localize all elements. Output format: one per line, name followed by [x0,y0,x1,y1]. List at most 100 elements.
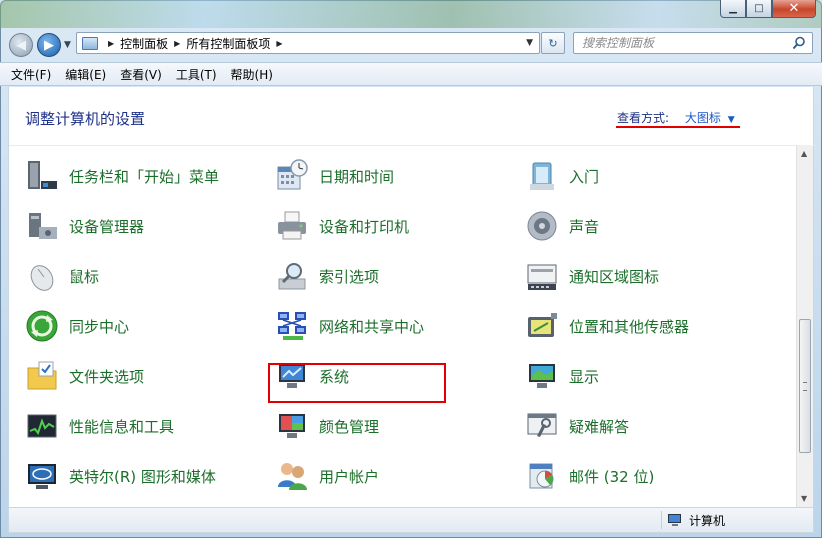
menu-file[interactable]: 文件(F) [11,66,51,83]
item-folder-options[interactable]: 文件夹选项 [25,358,255,394]
item-label: 通知区域图标 [569,267,660,286]
view-by-label: 查看方式: [617,111,670,125]
status-divider [661,511,662,529]
chevron-right-icon[interactable]: ▶ [174,39,180,48]
intel-graphics-icon [28,464,56,489]
maximize-button[interactable]: □ [746,0,772,18]
control-panel-window: ▁ □ ✕ ◀ ▶ ▼ ▶ 控制面板 ▶ 所有控制面板项 ▶ ▼ ↻ 文件(F) [0,0,822,538]
item-label: 邮件 (32 位) [569,467,655,486]
status-bar: 计算机 [8,507,814,533]
item-notification-area-icons[interactable]: 通知区域图标 [525,258,755,294]
status-computer: 计算机 [667,512,725,529]
sync-icon [26,310,58,342]
item-network-sharing-center[interactable]: 网络和共享中心 [275,308,505,344]
troubleshooting-icon [527,413,557,437]
item-label: 用户帐户 [319,467,380,486]
menu-view[interactable]: 查看(V) [120,66,162,83]
forward-arrow-icon[interactable]: ▶ [37,33,61,57]
status-computer-label: 计算机 [689,514,726,528]
chevron-down-icon[interactable]: ▼ [728,115,735,125]
item-performance-tools[interactable]: 性能信息和工具 [25,408,255,444]
title-bar[interactable]: ▁ □ ✕ [0,0,822,28]
item-sync-center[interactable]: 同步中心 [25,308,255,344]
minimize-button[interactable]: ▁ [720,0,746,18]
control-panel-icon [82,36,98,50]
item-date-time[interactable]: 日期和时间 [275,158,505,194]
item-label: 颜色管理 [319,417,380,436]
search-input[interactable] [582,36,782,50]
item-indexing-options[interactable]: 索引选项 [275,258,505,294]
item-label: 位置和其他传感器 [569,317,690,336]
scroll-down-icon[interactable]: ▼ [801,494,807,503]
display-icon [529,364,555,388]
chevron-right-icon[interactable]: ▶ [108,39,114,48]
getting-started-icon [530,162,554,190]
scrollbar-thumb[interactable] [799,319,811,453]
chevron-right-icon[interactable]: ▶ [276,39,282,48]
back-arrow-icon[interactable]: ◀ [9,33,33,57]
menu-tools[interactable]: 工具(T) [176,66,217,83]
item-label: 设备和打印机 [319,217,410,236]
item-label: 索引选项 [319,267,380,286]
item-label: 疑难解答 [569,417,630,436]
breadcrumb-all-items[interactable]: 所有控制面板项 [186,35,270,52]
item-label: 文件夹选项 [69,367,145,386]
user-accounts-icon [278,463,307,490]
item-troubleshooting[interactable]: 疑难解答 [525,408,755,444]
performance-icon [27,414,57,438]
item-label: 同步中心 [69,317,130,336]
item-mouse[interactable]: 鼠标 [25,258,255,294]
printer-icon [278,211,306,240]
scroll-up-icon[interactable]: ▲ [801,149,807,158]
item-devices-printers[interactable]: 设备和打印机 [275,208,505,244]
item-label: 鼠标 [69,267,100,286]
item-intel-graphics-media[interactable]: 英特尔(R) 图形和媒体 [25,458,255,494]
item-label: 设备管理器 [69,217,145,236]
color-management-icon [279,414,305,438]
address-bar[interactable]: ▶ 控制面板 ▶ 所有控制面板项 ▶ ▼ [76,32,540,54]
device-manager-icon [29,213,57,239]
item-label: 性能信息和工具 [69,417,175,436]
item-device-manager[interactable]: 设备管理器 [25,208,255,244]
view-by-selector[interactable]: 查看方式: 大图标 ▼ [617,109,735,126]
mail-icon [529,463,554,489]
menu-edit[interactable]: 编辑(E) [65,66,106,83]
item-taskbar-start-menu[interactable]: 任务栏和「开始」菜单 [25,158,255,194]
menu-bar: 文件(F) 编辑(E) 查看(V) 工具(T) 帮助(H) [0,62,822,86]
notification-area-icon [527,264,557,290]
address-dropdown-icon[interactable]: ▼ [526,38,533,48]
menu-help[interactable]: 帮助(H) [231,66,273,83]
calendar-clock-icon [277,159,308,190]
indexing-icon [278,263,306,290]
search-box[interactable] [573,32,813,54]
navigation-bar: ◀ ▶ ▼ ▶ 控制面板 ▶ 所有控制面板项 ▶ ▼ ↻ [0,28,822,62]
item-label: 入门 [569,167,600,186]
item-user-accounts[interactable]: 用户帐户 [275,458,505,494]
breadcrumb-control-panel[interactable]: 控制面板 [120,35,168,52]
recent-pages-dropdown-icon[interactable]: ▼ [64,40,71,50]
vertical-scrollbar[interactable]: ▲ ▼ [796,145,813,507]
annotation-highlight-box [268,363,446,403]
item-location-sensors[interactable]: 位置和其他传感器 [525,308,755,344]
close-button[interactable]: ✕ [772,0,816,18]
item-color-management[interactable]: 颜色管理 [275,408,505,444]
item-label: 任务栏和「开始」菜单 [69,167,220,186]
speaker-icon [527,211,557,241]
computer-icon [668,514,681,526]
caption-buttons: ▁ □ ✕ [720,0,816,20]
mouse-icon [30,265,54,291]
item-mail-32bit[interactable]: 邮件 (32 位) [525,458,755,494]
view-by-value[interactable]: 大图标 [685,111,721,125]
annotation-underline [616,126,740,128]
item-getting-started[interactable]: 入门 [525,158,755,194]
page-title: 调整计算机的设置 [25,110,146,128]
taskbar-icon [28,161,57,189]
item-sound[interactable]: 声音 [525,208,755,244]
search-icon[interactable] [792,36,806,50]
item-label: 声音 [569,217,600,236]
item-display[interactable]: 显示 [525,358,755,394]
content-pane: 调整计算机的设置 查看方式: 大图标 ▼ 任务栏和「开始」菜单 日期和时间 入门… [8,87,815,507]
refresh-icon[interactable]: ↻ [541,32,565,54]
network-icon [278,312,306,340]
sensor-icon [528,313,557,337]
